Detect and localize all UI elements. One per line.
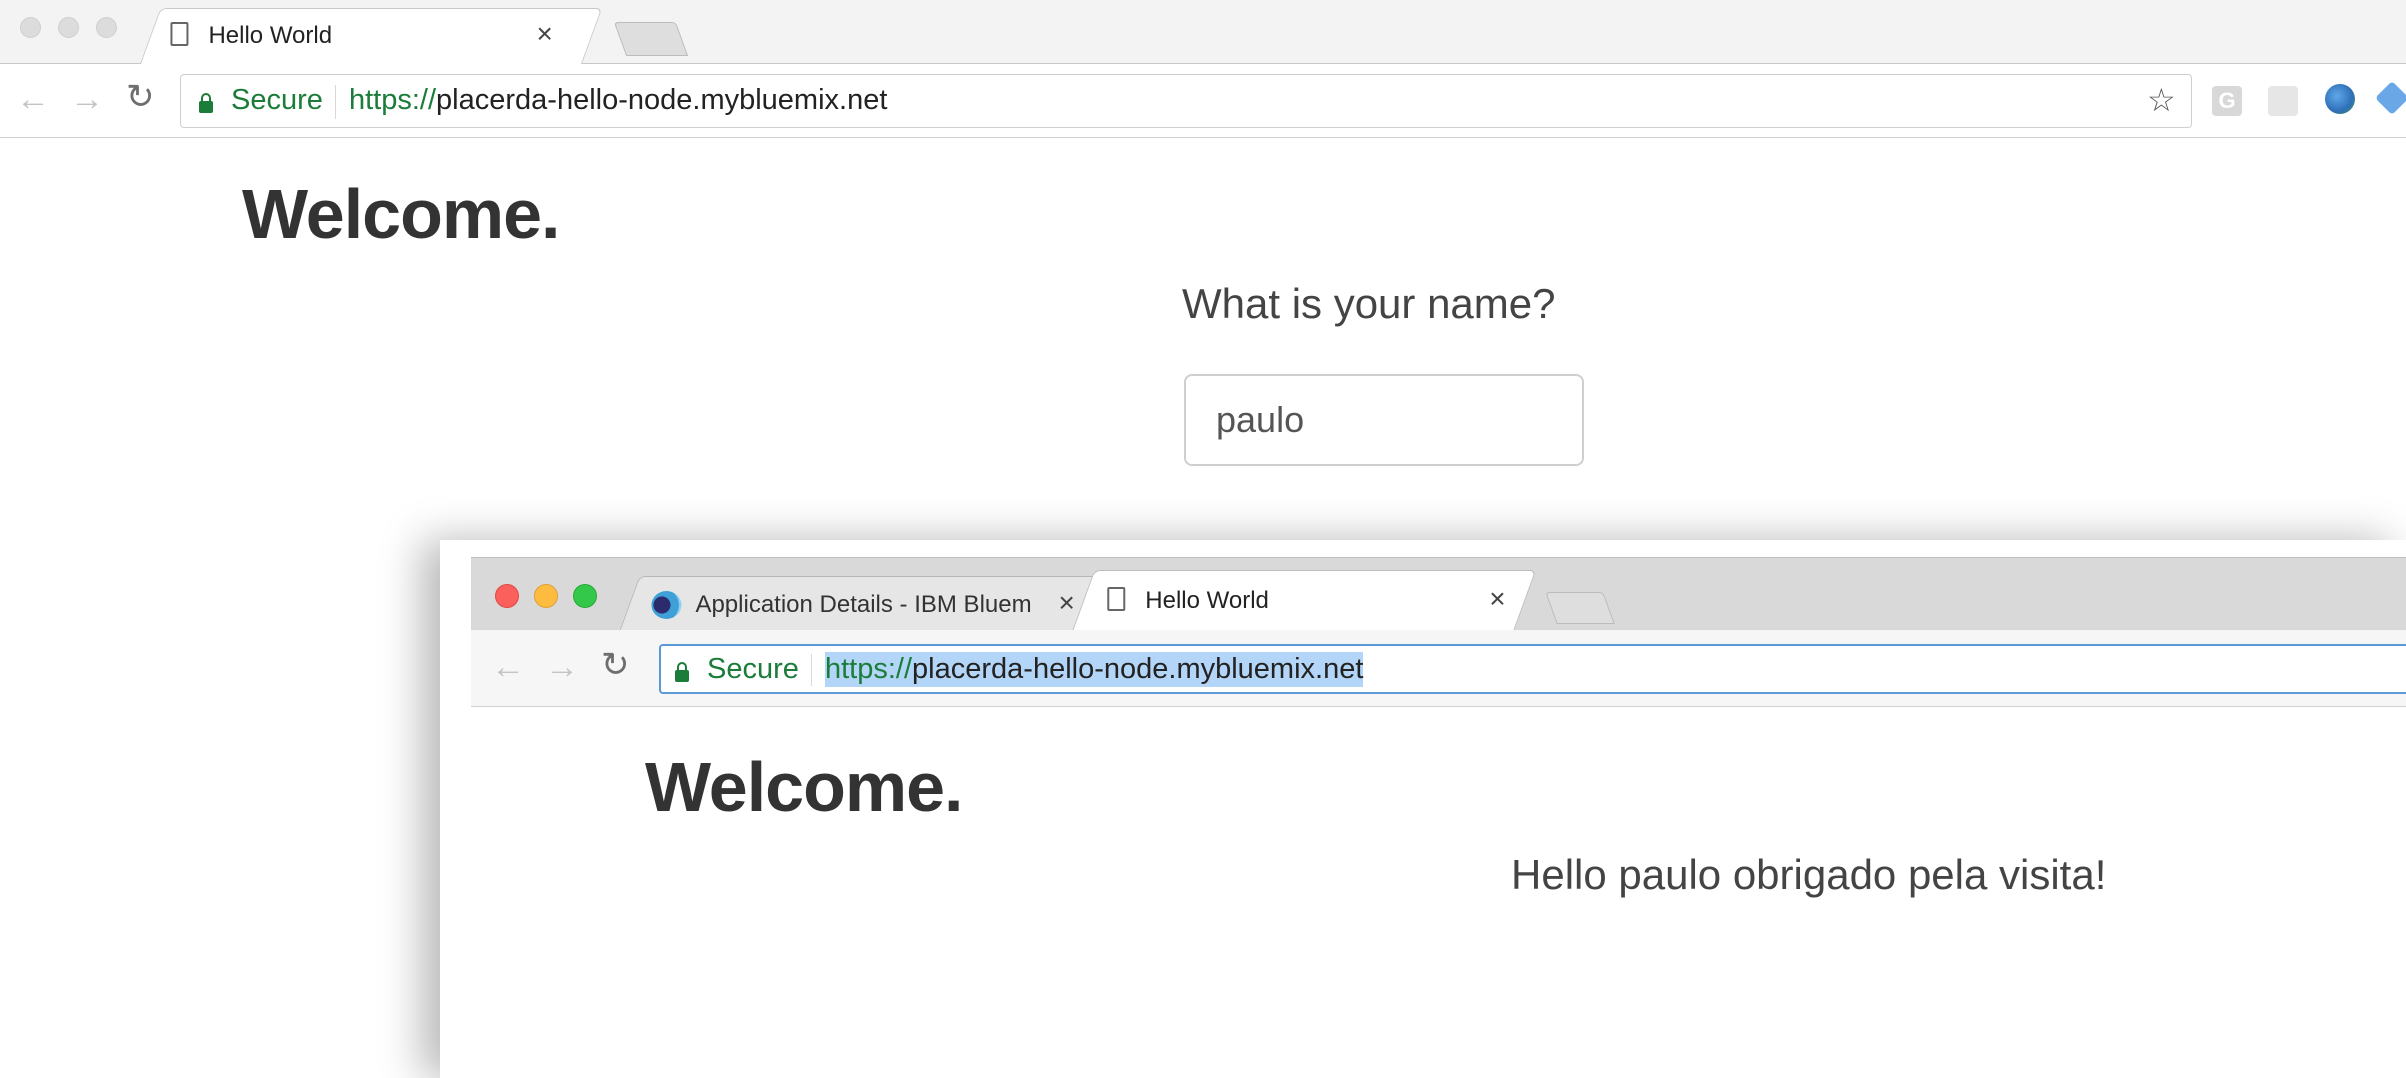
address-bar[interactable]: Secure https://placerda-hello-node.myblu… [659, 644, 2406, 694]
url-host: placerda-hello-node.mybluemix.net [436, 84, 888, 116]
url-protocol: https:// [825, 653, 913, 685]
lock-icon [675, 662, 689, 682]
minimize-window-button[interactable] [534, 584, 558, 608]
omnibox-separator [811, 654, 812, 686]
new-tab-button[interactable] [613, 22, 689, 56]
page-title: Welcome. [645, 748, 963, 826]
tab-title: Hello World [1145, 587, 1269, 614]
omnibox-separator [335, 85, 336, 119]
forward-arrow-icon[interactable]: → [545, 650, 579, 684]
back-arrow-icon[interactable]: ← [16, 82, 50, 116]
cast-icon[interactable] [2268, 86, 2298, 116]
bookmark-star-icon[interactable]: ☆ [2147, 81, 2176, 119]
tab-close-icon[interactable]: × [536, 18, 552, 49]
front-window-toolbar: ← → ↻ Secure https://placerda-hello-node… [471, 630, 2406, 707]
zoom-window-button[interactable] [573, 584, 597, 608]
forward-arrow-icon[interactable]: → [70, 82, 104, 116]
tab-application-details[interactable]: Application Details - IBM Bluem × [618, 576, 1102, 633]
new-tab-button[interactable] [1545, 592, 1615, 624]
bluemix-icon[interactable] [2375, 81, 2406, 115]
front-window-page: Welcome. Hello paulo obrigado pela visit… [471, 707, 2406, 1078]
secure-label: Secure [707, 653, 799, 685]
back-arrow-icon[interactable]: ← [491, 650, 525, 684]
reload-icon[interactable]: ↻ [601, 648, 630, 682]
url-text-selected[interactable]: https://placerda-hello-node.mybluemix.ne… [825, 652, 1364, 687]
tab-title: Application Details - IBM Bluem [695, 591, 1032, 618]
name-question-label: What is your name? [1182, 280, 1556, 327]
greeting-message: Hello paulo obrigado pela visita! [1511, 851, 2107, 898]
reload-icon[interactable]: ↻ [126, 80, 155, 114]
bluemix-favicon-icon [651, 591, 682, 619]
url-host: placerda-hello-node.mybluemix.net [912, 653, 1364, 685]
page-icon [1107, 587, 1126, 611]
back-window-titlebar: Hello World × [0, 0, 2406, 65]
address-bar[interactable]: Secure https://placerda-hello-node.myblu… [180, 74, 2192, 128]
google-translate-icon[interactable]: G [2212, 86, 2242, 116]
close-window-button[interactable] [495, 584, 519, 608]
back-window-toolbar: ← → ↻ Secure https://placerda-hello-node… [0, 64, 2406, 138]
tab-close-icon[interactable]: × [1489, 583, 1505, 614]
minimize-window-button[interactable] [58, 17, 79, 38]
tab-hello-world[interactable]: Hello World × [139, 8, 603, 65]
page-title: Welcome. [242, 175, 560, 253]
tab-close-icon[interactable]: × [1059, 587, 1075, 618]
front-window-titlebar: Application Details - IBM Bluem × Hello … [471, 557, 2406, 633]
page-icon [170, 22, 189, 46]
url-protocol: https:// [349, 84, 437, 116]
globe-icon[interactable] [2325, 84, 2355, 114]
close-window-button[interactable] [20, 17, 41, 38]
lock-icon [199, 93, 213, 113]
tab-title: Hello World [208, 22, 333, 49]
zoom-window-button[interactable] [96, 17, 117, 38]
secure-label: Secure [231, 84, 323, 116]
tab-hello-world[interactable]: Hello World × [1071, 570, 1537, 632]
name-input[interactable] [1184, 374, 1584, 466]
url-text: https://placerda-hello-node.mybluemix.ne… [349, 84, 887, 117]
